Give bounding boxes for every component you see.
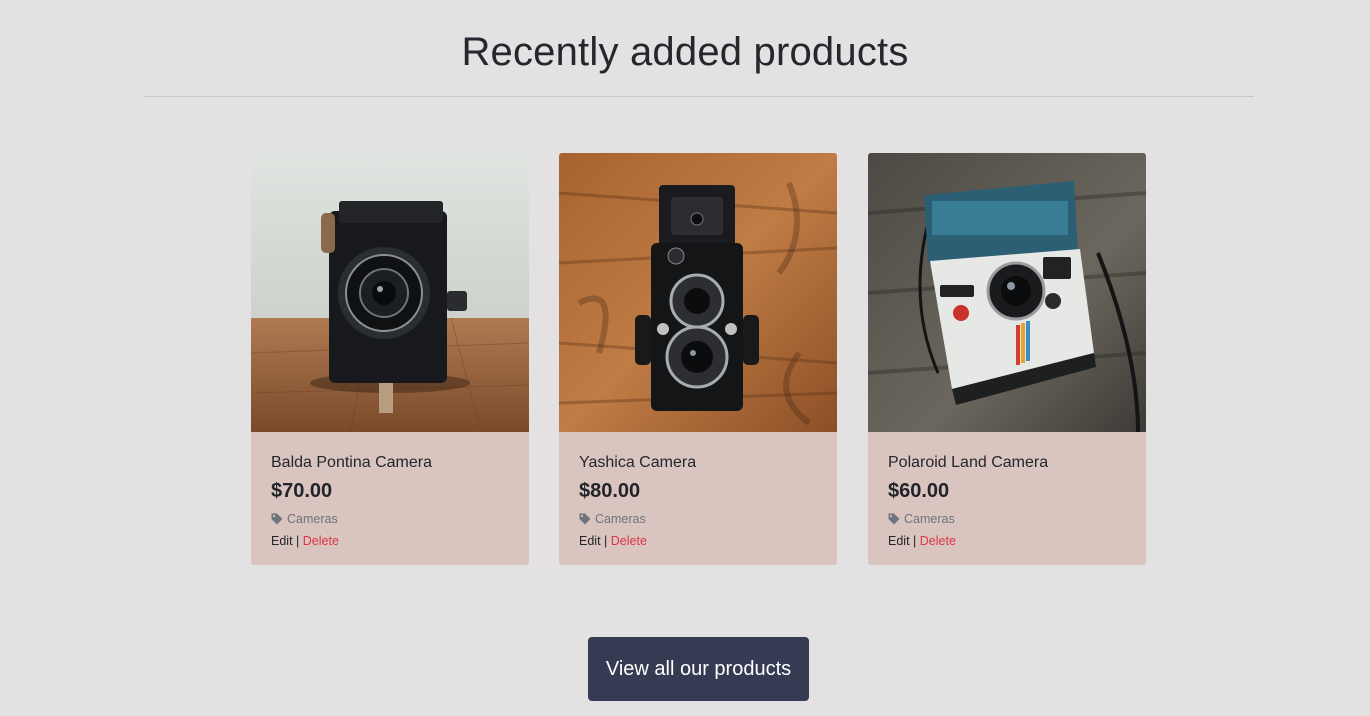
delete-link[interactable]: Delete xyxy=(611,534,647,548)
product-card: Balda Pontina Camera $70.00 Cameras Edit… xyxy=(251,153,529,565)
product-card: Polaroid Land Camera $60.00 Cameras Edit… xyxy=(868,153,1146,565)
action-separator: | xyxy=(604,534,608,548)
edit-link[interactable]: Edit xyxy=(888,534,910,548)
product-category[interactable]: Cameras xyxy=(271,512,338,526)
product-image-polaroid[interactable] xyxy=(868,153,1146,432)
product-price: $60.00 xyxy=(888,480,950,502)
product-name[interactable]: Yashica Camera xyxy=(579,454,696,472)
action-separator: | xyxy=(913,534,917,548)
product-grid: Balda Pontina Camera $70.00 Cameras Edit… xyxy=(251,153,1146,565)
category-label: Cameras xyxy=(904,512,955,526)
category-label: Cameras xyxy=(595,512,646,526)
edit-link[interactable]: Edit xyxy=(579,534,601,548)
product-card: Yashica Camera $80.00 Cameras Edit | Del… xyxy=(559,153,837,565)
tag-icon xyxy=(888,513,900,525)
action-separator: | xyxy=(296,534,300,548)
product-actions: Edit | Delete xyxy=(888,534,956,548)
delete-link[interactable]: Delete xyxy=(920,534,956,548)
section-divider xyxy=(144,96,1254,97)
delete-link[interactable]: Delete xyxy=(303,534,339,548)
product-card-body: Balda Pontina Camera $70.00 Cameras Edit… xyxy=(251,432,529,565)
product-image-yashica[interactable] xyxy=(559,153,837,432)
product-price: $70.00 xyxy=(271,480,333,502)
tag-icon xyxy=(271,513,283,525)
product-image-balda-pontina[interactable] xyxy=(251,153,529,432)
section-title: Recently added products xyxy=(461,30,909,74)
category-label: Cameras xyxy=(287,512,338,526)
tag-icon xyxy=(579,513,591,525)
product-actions: Edit | Delete xyxy=(271,534,339,548)
product-price: $80.00 xyxy=(579,480,641,502)
product-name[interactable]: Polaroid Land Camera xyxy=(888,454,1048,472)
product-name[interactable]: Balda Pontina Camera xyxy=(271,454,432,472)
product-actions: Edit | Delete xyxy=(579,534,647,548)
product-category[interactable]: Cameras xyxy=(579,512,646,526)
product-card-body: Yashica Camera $80.00 Cameras Edit | Del… xyxy=(559,432,837,565)
product-card-body: Polaroid Land Camera $60.00 Cameras Edit… xyxy=(868,432,1146,565)
view-all-products-button[interactable]: View all our products xyxy=(588,637,809,701)
edit-link[interactable]: Edit xyxy=(271,534,293,548)
product-category[interactable]: Cameras xyxy=(888,512,955,526)
